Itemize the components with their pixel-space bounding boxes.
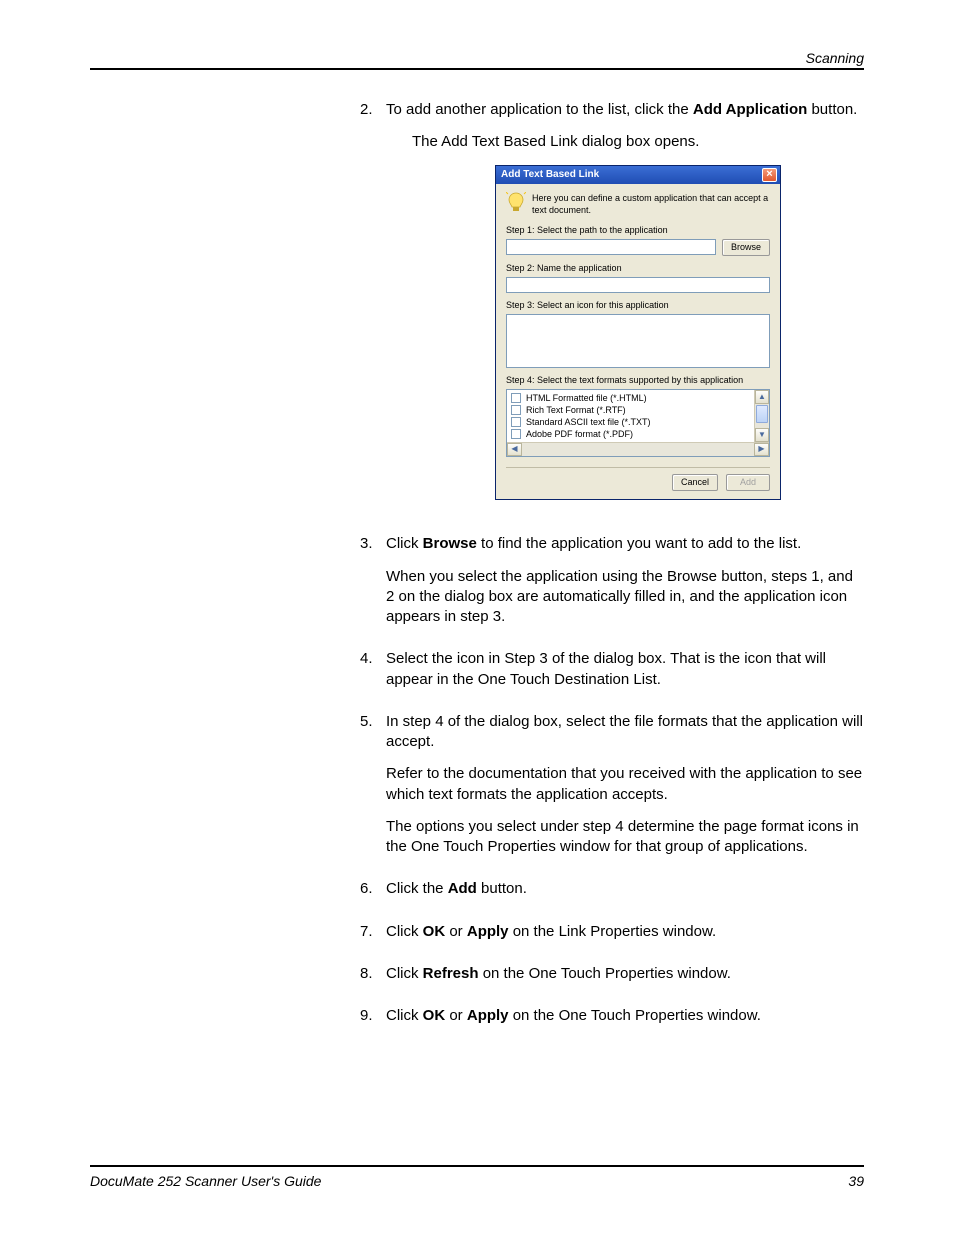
dialog-step1-label: Step 1: Select the path to the applicati… (506, 224, 770, 236)
step-2-suffix: button. (807, 101, 857, 118)
browse-button[interactable]: Browse (722, 239, 770, 256)
step-4-text: Select the icon in Step 3 of the dialog … (386, 649, 864, 690)
step-4-num: 4. (360, 649, 386, 702)
checkbox-icon[interactable] (511, 393, 521, 403)
t: Click (386, 965, 423, 982)
step-5-num: 5. (360, 712, 386, 870)
format-label: Adobe PDF format (*.PDF) (526, 428, 633, 440)
step-2-text: To add another application to the list, … (386, 100, 864, 120)
add-button[interactable]: Add (726, 474, 770, 491)
step-2-prefix: To add another application to the list, … (386, 101, 693, 118)
list-item[interactable]: HTML Formatted file (*.HTML) (511, 392, 750, 404)
dialog-step2-label: Step 2: Name the application (506, 262, 770, 274)
t: OK (423, 1007, 446, 1024)
format-label: HTML Formatted file (*.HTML) (526, 392, 647, 404)
t: to find the application you want to add … (477, 535, 801, 552)
scroll-up-icon[interactable]: ▲ (755, 390, 769, 404)
format-label: Standard ASCII text file (*.TXT) (526, 416, 651, 428)
t: on the One Touch Properties window. (479, 965, 731, 982)
step-2-num: 2. (360, 100, 386, 524)
list-item[interactable]: Standard ASCII text file (*.TXT) (511, 416, 750, 428)
dialog-titlebar: Add Text Based Link × (496, 166, 780, 184)
dialog-title: Add Text Based Link (499, 168, 762, 182)
t: or (445, 923, 467, 940)
t: Refresh (423, 965, 479, 982)
step-5-p3: The options you select under step 4 dete… (386, 817, 864, 858)
checkbox-icon[interactable] (511, 417, 521, 427)
horizontal-scrollbar[interactable]: ◀ ▶ (507, 442, 769, 456)
icon-select-box[interactable] (506, 314, 770, 368)
header-rule (90, 68, 864, 70)
step-3-text: Click Browse to find the application you… (386, 534, 864, 554)
t: on the Link Properties window. (509, 923, 717, 940)
close-icon[interactable]: × (762, 168, 777, 182)
t: Click (386, 1007, 423, 1024)
app-path-input[interactable] (506, 239, 716, 255)
step-2-sub: The Add Text Based Link dialog box opens… (412, 132, 864, 152)
cancel-button[interactable]: Cancel (672, 474, 718, 491)
dialog-step3-label: Step 3: Select an icon for this applicat… (506, 299, 770, 311)
format-label: Rich Text Format (*.RTF) (526, 404, 626, 416)
vertical-scrollbar[interactable]: ▲ ▼ (754, 390, 769, 442)
checkbox-icon[interactable] (511, 429, 521, 439)
dialog-step4-label: Step 4: Select the text formats supporte… (506, 374, 770, 386)
step-7-text: Click OK or Apply on the Link Properties… (386, 922, 864, 942)
list-item[interactable]: Rich Text Format (*.RTF) (511, 404, 750, 416)
dialog-wrap: Add Text Based Link × Here you can defin… (412, 165, 864, 501)
t: Apply (467, 1007, 509, 1024)
t: Add (448, 880, 477, 897)
dialog-separator (506, 467, 770, 468)
t: Click (386, 923, 423, 940)
scroll-down-icon[interactable]: ▼ (755, 428, 769, 442)
step-7-num: 7. (360, 922, 386, 954)
lightbulb-icon (506, 192, 526, 214)
step-8-text: Click Refresh on the One Touch Propertie… (386, 964, 864, 984)
t: button. (477, 880, 527, 897)
step-5-p2: Refer to the documentation that you rece… (386, 764, 864, 805)
step-2-bold: Add Application (693, 101, 807, 118)
step-3-p2: When you select the application using th… (386, 567, 864, 628)
checkbox-icon[interactable] (511, 405, 521, 415)
t: Click the (386, 880, 448, 897)
app-name-input[interactable] (506, 277, 770, 293)
page-footer: DocuMate 252 Scanner User's Guide 39 (90, 1165, 864, 1189)
t: or (445, 1007, 467, 1024)
formats-listbox[interactable]: HTML Formatted file (*.HTML) Rich Text F… (506, 389, 770, 457)
t: on the One Touch Properties window. (509, 1007, 761, 1024)
step-8-num: 8. (360, 964, 386, 996)
t: Click (386, 535, 423, 552)
t: OK (423, 923, 446, 940)
content-body: 2. To add another application to the lis… (360, 100, 864, 1038)
add-text-based-link-dialog: Add Text Based Link × Here you can defin… (495, 165, 781, 501)
step-3-num: 3. (360, 534, 386, 639)
footer-title: DocuMate 252 Scanner User's Guide (90, 1173, 848, 1189)
t: Browse (423, 535, 477, 552)
t: Apply (467, 923, 509, 940)
step-5-p1: In step 4 of the dialog box, select the … (386, 712, 864, 753)
scroll-right-icon[interactable]: ▶ (754, 443, 769, 456)
footer-page: 39 (848, 1173, 864, 1189)
list-item[interactable]: Adobe PDF format (*.PDF) (511, 428, 750, 440)
header-section: Scanning (90, 50, 864, 68)
step-9-num: 9. (360, 1006, 386, 1038)
step-9-text: Click OK or Apply on the One Touch Prope… (386, 1006, 864, 1026)
scroll-left-icon[interactable]: ◀ (507, 443, 522, 456)
step-6-text: Click the Add button. (386, 879, 864, 899)
scroll-thumb[interactable] (756, 405, 768, 423)
footer-rule (90, 1165, 864, 1167)
dialog-intro-text: Here you can define a custom application… (532, 192, 770, 216)
step-6-num: 6. (360, 879, 386, 911)
